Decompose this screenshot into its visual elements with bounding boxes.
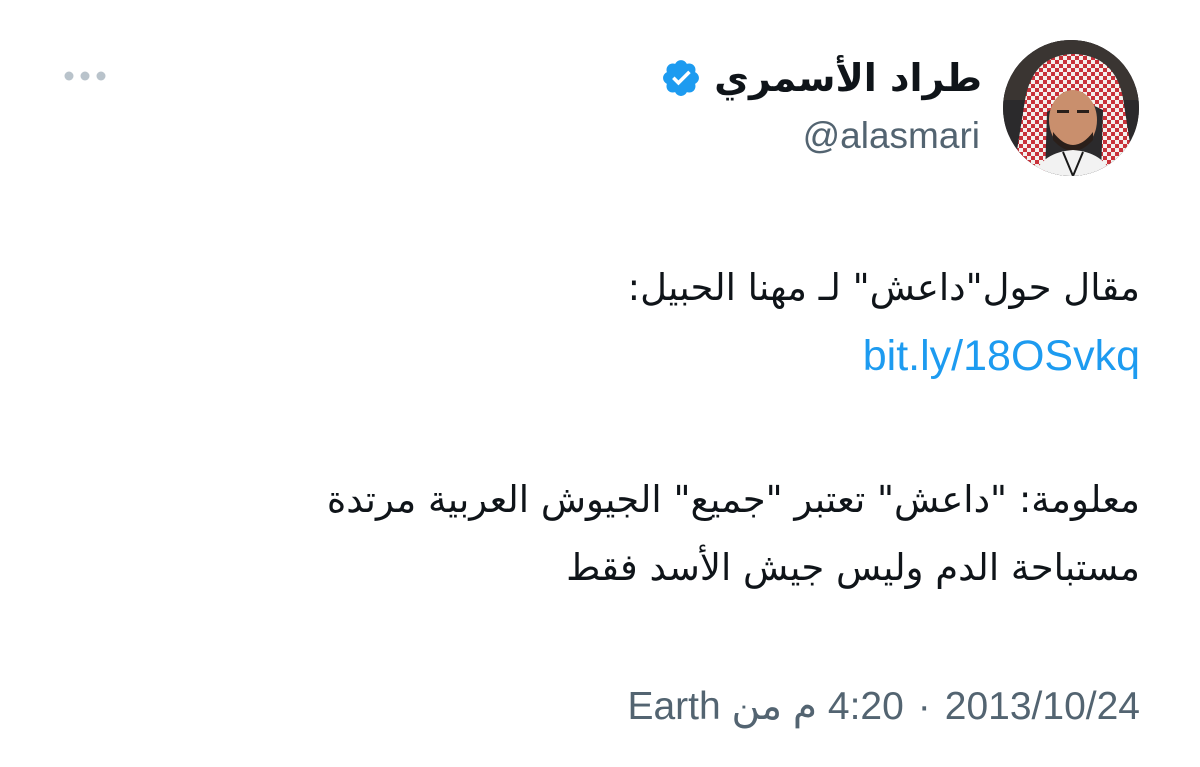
- tweet-line-1: مقال حول"داعش" لـ مهنا الحبيل:: [627, 266, 1140, 309]
- profile-photo: [1003, 40, 1139, 176]
- more-dots-icon: [64, 71, 106, 81]
- meta-separator: ·: [917, 685, 931, 728]
- tweet-date[interactable]: 2013/10/24: [945, 680, 1140, 734]
- tweet-card: طراد الأسمري @alasmari مقال حول"داعش" لـ…: [0, 0, 1200, 767]
- author-display-name[interactable]: طراد الأسمري: [714, 52, 982, 104]
- author-handle[interactable]: @alasmari: [803, 112, 980, 160]
- more-button[interactable]: [56, 56, 114, 96]
- verified-badge-icon: [660, 57, 702, 99]
- author-name-row: طراد الأسمري: [660, 52, 982, 104]
- tweet-link-row: bit.ly/18OSvkq: [863, 322, 1140, 399]
- tweet-line-2: معلومة: "داعش" تعتبر "جميع" الجيوش العرب…: [326, 478, 1140, 521]
- tweet-line-3: مستباحة الدم وليس جيش الأسد فقط: [566, 546, 1140, 589]
- tweet-text-line-1: مقال حول"داعش" لـ مهنا الحبيل:: [60, 254, 1140, 322]
- tweet-time-source[interactable]: 4:20 م من Earth: [627, 680, 903, 734]
- tweet-link[interactable]: bit.ly/18OSvkq: [863, 332, 1140, 380]
- tweet-meta: 2013/10/24 · 4:20 م من Earth: [627, 680, 1140, 734]
- avatar[interactable]: [1003, 40, 1139, 176]
- tweet-text-paragraph-2: معلومة: "داعش" تعتبر "جميع" الجيوش العرب…: [60, 466, 1140, 602]
